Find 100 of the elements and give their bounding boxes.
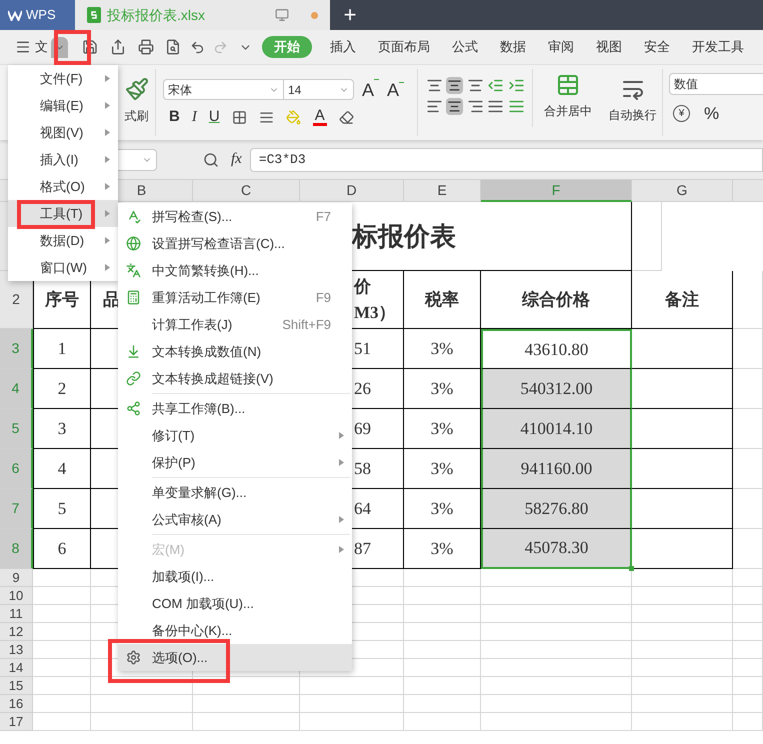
share-icon[interactable] [110,39,126,55]
borders-icon[interactable] [232,110,247,125]
wrap-text-button[interactable]: 自动换行 [608,106,656,124]
align-icon[interactable] [487,98,504,115]
selected-cell[interactable]: 410014.10 [481,409,632,449]
ribbon-tab[interactable]: 安全 [640,36,674,58]
table-cell-text: 51 [354,338,371,360]
bold-button[interactable]: B [169,106,180,128]
merge-center-button[interactable]: 合并居中 [544,102,592,120]
underline-button[interactable]: U [208,106,220,128]
menu-item[interactable]: 数据(D) [8,227,118,254]
menu-item[interactable]: 中文简繁转换(H)... [118,257,352,284]
menu-item[interactable]: 保护(P) [118,449,352,476]
selected-cell[interactable]: 941160.00 [481,449,632,489]
row-header[interactable]: 12 [0,623,33,641]
shrink-font-button[interactable]: A [387,80,404,98]
format-painter-icon[interactable] [124,77,148,101]
table-cell-text: 3% [430,418,454,440]
format-painter-label[interactable]: 式刷 [124,107,148,125]
arrow-icon [105,237,110,244]
align-icon[interactable] [446,98,464,115]
grid-cell [33,695,91,713]
menu-item[interactable]: 计算工作表(J) Shift+F9 [118,311,352,338]
row-header[interactable]: 15 [0,677,33,695]
selected-cell[interactable]: 43610.80 [481,329,632,369]
menu-item[interactable]: 单变量求解(G)... [118,479,352,506]
column-header[interactable]: C [193,180,300,202]
number-format-select[interactable]: 数值 [669,73,763,95]
font-size-select[interactable]: 14 [284,79,354,100]
ribbon-tab[interactable]: 插入 [326,36,360,58]
print-icon[interactable] [138,39,154,55]
app-tab[interactable]: WPS [0,0,75,30]
menu-item[interactable]: 文本转换成超链接(V) [118,365,352,392]
menu-item[interactable]: 文本转换成数值(N) [118,338,352,365]
align-icon[interactable] [426,98,443,115]
grid-cell [733,449,763,489]
row-header[interactable]: 13 [0,641,33,659]
new-tab-button[interactable]: + [330,0,370,30]
menu-item[interactable]: 编辑(E) [8,92,118,119]
table-cell-text: 26 [354,378,371,400]
row-header[interactable]: 9 [0,569,33,587]
ribbon-tab[interactable]: 开发工具 [688,36,748,58]
save-icon[interactable] [82,39,98,55]
menu-item[interactable]: 重算活动工作簿(E) F9 [118,284,352,311]
ribbon-tab[interactable]: 视图 [592,36,626,58]
menu-item[interactable]: 选项(O)... [118,644,352,671]
share-icon [126,401,141,416]
menu-icon[interactable] [15,39,31,55]
italic-button[interactable]: I [192,106,197,128]
undo-icon[interactable] [190,40,205,54]
row-header[interactable]: 11 [0,605,33,623]
fill-color-icon[interactable] [286,110,301,125]
ribbon-tab[interactable]: 公式 [448,36,482,58]
grid-cell [733,695,763,713]
grow-font-button[interactable]: A [362,80,380,98]
column-header[interactable]: G [632,180,733,202]
menu-item[interactable]: 文件(F) [8,65,118,92]
search-icon[interactable] [203,152,219,168]
menu-item[interactable]: COM 加载项(U)... [118,590,352,617]
menu-item[interactable]: 插入(I) [8,146,118,173]
table-cell-text: 3 [58,418,66,440]
ribbon-tab[interactable]: 审阅 [544,36,578,58]
ribbon-tab[interactable]: 页面布局 [374,36,434,58]
align-icon[interactable] [446,77,464,94]
formula-field[interactable]: =C3*D3 [250,148,763,172]
currency-button[interactable]: ¥ [673,105,690,122]
row-header[interactable]: 10 [0,587,33,605]
monitor-icon[interactable] [275,8,289,22]
preview-icon[interactable] [165,39,181,55]
menu-item[interactable]: 视图(V) [8,119,118,146]
menu-item[interactable]: 备份中心(K)... [118,617,352,644]
row-header[interactable]: 16 [0,695,33,713]
clear-icon[interactable] [338,110,354,125]
menu-item[interactable]: 设置拼写检查语言(C)... [118,230,352,257]
selected-cell[interactable]: 540312.00 [481,369,632,409]
selected-cell[interactable]: 45078.30 [481,529,632,569]
menu-item[interactable]: 修订(T) [118,422,352,449]
function-label[interactable]: fx [231,148,242,171]
merge-icon[interactable] [556,73,580,97]
grid-cell [733,569,763,587]
column-header[interactable]: D [300,180,404,202]
row-header[interactable]: 17 [0,713,33,731]
menu-item[interactable]: 拼写检查(S)... F7 [118,203,352,230]
align-icon[interactable] [466,98,484,115]
menu-item[interactable]: 加载项(I)... [118,563,352,590]
align-icon[interactable] [426,77,443,94]
font-select[interactable]: 宋体 [163,79,284,100]
font-color-button[interactable]: A [312,108,327,126]
menu-item[interactable]: 公式审核(A) [118,506,352,533]
file-menu-label[interactable]: 文 [35,37,48,57]
row-header[interactable]: 14 [0,659,33,677]
ribbon-tab[interactable]: 数据 [496,36,530,58]
menu-item[interactable]: 共享工作簿(B)... [118,395,352,422]
align-icon[interactable] [466,77,484,94]
selected-cell[interactable]: 58276.80 [481,489,632,529]
table-cell-text: 1 [58,338,66,360]
fill-handle[interactable] [629,566,634,571]
arrow-icon [339,459,344,466]
cell-style-icon[interactable] [258,110,274,125]
percent-button[interactable]: % [704,105,720,122]
